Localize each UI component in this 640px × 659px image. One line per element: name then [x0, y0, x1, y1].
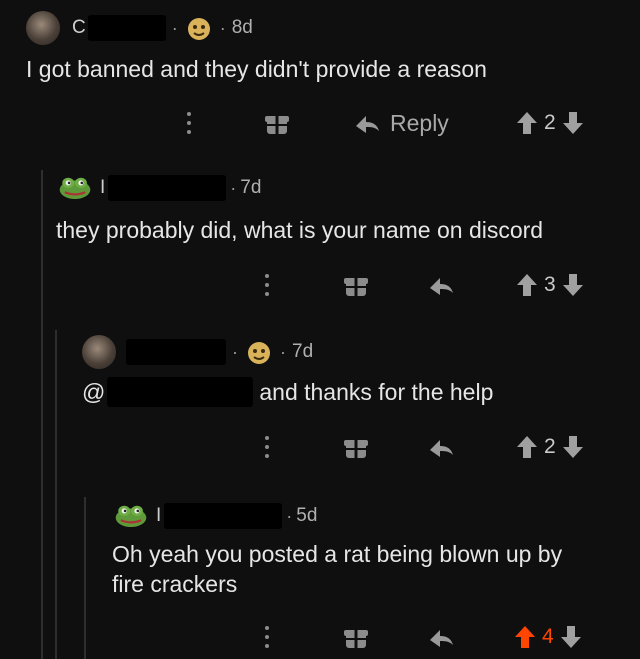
username[interactable]: I [156, 505, 161, 527]
downvote-arrow-icon[interactable] [560, 625, 582, 649]
comment-body-line-2: fire crackers [112, 571, 238, 597]
comment-body: @ and thanks for the help [82, 377, 493, 407]
reply-arrow-icon [430, 278, 453, 295]
vote-controls: 4 [514, 617, 582, 657]
score-count: 2 [544, 111, 556, 134]
vote-controls: 2 [516, 427, 584, 467]
avatar[interactable] [26, 11, 60, 45]
vertical-dots-icon [187, 112, 193, 134]
gift-icon [344, 440, 368, 458]
username[interactable]: C [72, 17, 86, 39]
thread-line-level-2[interactable] [55, 330, 57, 659]
comment-timestamp: 7d [240, 177, 262, 198]
comment-timestamp: 5d [296, 505, 318, 526]
vertical-dots-icon [265, 274, 271, 296]
comment-body: they probably did, what is your name on … [56, 217, 544, 243]
upvote-arrow-icon[interactable] [516, 435, 538, 459]
give-award-button[interactable] [343, 427, 369, 467]
user-flair-icon [248, 342, 270, 364]
separator-dot: · [171, 17, 178, 38]
reply-arrow-icon [430, 440, 453, 457]
more-options-button[interactable] [187, 103, 193, 143]
redacted-username [126, 339, 226, 365]
thread-line-level-1[interactable] [41, 170, 43, 659]
more-options-button[interactable] [265, 617, 271, 657]
comment-actions: 4 [0, 617, 640, 657]
redacted-username [108, 175, 227, 201]
vote-controls: 3 [516, 265, 584, 305]
reply-button[interactable] [428, 265, 454, 305]
separator-dot: · [230, 177, 237, 198]
score-count: 3 [544, 273, 556, 296]
separator-dot: · [280, 341, 286, 362]
avatar[interactable] [82, 335, 116, 369]
upvote-arrow-icon[interactable] [516, 111, 538, 135]
gift-icon [344, 278, 368, 296]
comment-meta: I · 7d [58, 170, 261, 206]
give-award-button[interactable] [264, 103, 290, 143]
comment-timestamp: 7d [292, 341, 314, 362]
reply-button[interactable] [428, 427, 454, 467]
redacted-username [87, 15, 166, 41]
comment-body-line-1: Oh yeah you posted a rat being blown up … [112, 541, 563, 567]
gift-icon [265, 116, 289, 134]
comment-timestamp: 8d [231, 17, 253, 38]
reply-label: Reply [390, 109, 449, 136]
separator-dot: · [286, 505, 293, 526]
reply-arrow-icon [430, 630, 453, 647]
separator-dot: · [232, 341, 238, 362]
vertical-dots-icon [265, 626, 271, 648]
avatar[interactable] [58, 171, 92, 205]
give-award-button[interactable] [343, 265, 369, 305]
downvote-arrow-icon[interactable] [562, 273, 584, 297]
more-options-button[interactable] [265, 265, 271, 305]
comment-meta: C · · 8d [26, 10, 253, 46]
reply-button[interactable]: Reply [354, 103, 449, 143]
reply-button[interactable] [428, 617, 454, 657]
redacted-mention [107, 377, 254, 407]
comment-actions: 3 [0, 265, 640, 305]
comment-meta: I · 5d [114, 498, 317, 534]
vertical-dots-icon [265, 436, 271, 458]
user-flair-icon [187, 18, 210, 40]
comment-text: and thanks for the help [259, 379, 494, 405]
more-options-button[interactable] [265, 427, 271, 467]
avatar[interactable] [114, 499, 148, 533]
score-count: 2 [544, 435, 556, 458]
comment-actions: 2 [0, 427, 640, 467]
give-award-button[interactable] [343, 617, 369, 657]
downvote-arrow-icon[interactable] [562, 435, 584, 459]
gift-icon [344, 630, 368, 648]
score-count: 4 [542, 625, 554, 648]
downvote-arrow-icon[interactable] [562, 111, 584, 135]
reply-arrow-icon [356, 116, 379, 133]
separator-dot: · [219, 17, 226, 38]
comment-meta: · · 7d [82, 334, 313, 370]
comment-actions: Reply 2 [0, 103, 640, 143]
mention-prefix[interactable]: @ [82, 377, 105, 407]
upvote-arrow-icon[interactable] [516, 273, 538, 297]
username[interactable]: I [100, 177, 105, 199]
vote-controls: 2 [516, 103, 584, 143]
redacted-username [164, 503, 283, 529]
upvote-arrow-icon[interactable] [514, 625, 536, 649]
comment-body: I got banned and they didn't provide a r… [26, 56, 487, 82]
